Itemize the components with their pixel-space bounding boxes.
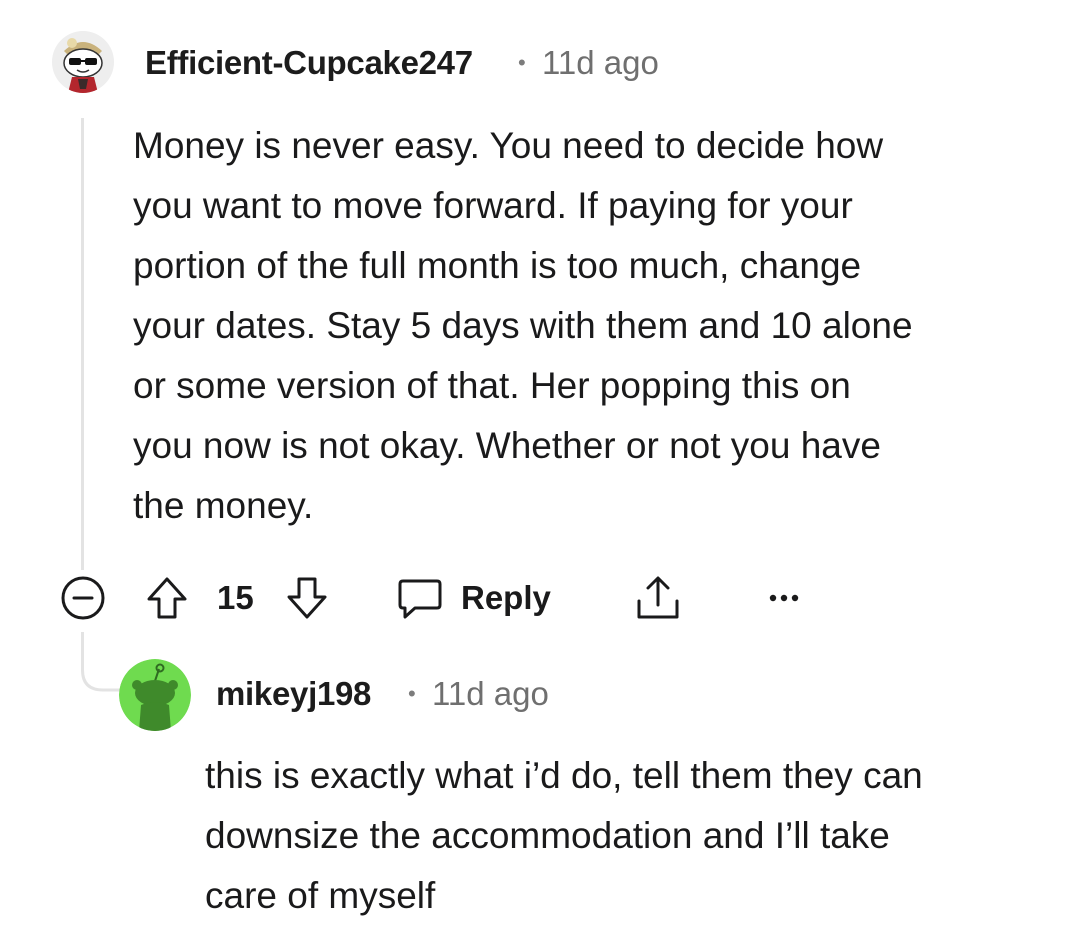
share-icon [637, 576, 679, 619]
comment-body: Money is never easy. You need to decide … [133, 116, 913, 536]
comment-body-line: or some version of that. Her popping thi… [133, 365, 851, 406]
comment-author[interactable]: Efficient-Cupcake247 [145, 44, 473, 82]
comment-body-line: portion of the full month is too much, c… [133, 245, 862, 286]
upvote-button[interactable] [145, 575, 189, 621]
reply-body-line: care of myself [205, 875, 436, 916]
comment-body-line: you now is not okay. Whether or not you … [133, 425, 881, 466]
reply-timestamp: 11d ago [432, 675, 549, 712]
chat-bubble-icon [398, 579, 442, 619]
arrow-up-icon [147, 577, 187, 619]
avatar[interactable] [119, 659, 191, 731]
vote-score: 15 [217, 579, 254, 616]
thread-elbow [81, 632, 126, 692]
meta-separator: • [408, 681, 416, 706]
more-icon [769, 594, 799, 602]
reply-button[interactable]: Reply [397, 575, 557, 621]
meta-separator: • [518, 50, 526, 75]
reply-author[interactable]: mikeyj198 [216, 675, 371, 713]
avatar[interactable] [52, 31, 114, 93]
thread-line[interactable] [81, 118, 84, 570]
comment-body-line: your dates. Stay 5 days with them and 10… [133, 305, 913, 346]
collapse-button[interactable] [60, 575, 106, 621]
arrow-down-icon [287, 577, 327, 619]
minus-circle-icon [61, 576, 105, 620]
comment-body-line: Money is never easy. You need to decide … [133, 125, 884, 166]
reply-body-line: downsize the accommodation and I’ll take [205, 815, 890, 856]
snoo-avatar-icon [119, 659, 191, 731]
comment-body-line: you want to move forward. If paying for … [133, 185, 853, 226]
comment-timestamp: 11d ago [542, 44, 659, 81]
more-options-button[interactable] [766, 588, 802, 608]
comment-body-line: the money. [133, 485, 314, 526]
thread-connector [81, 632, 126, 692]
share-button[interactable] [634, 573, 682, 623]
downvote-button[interactable] [285, 575, 329, 621]
snoo-avatar-icon [52, 31, 114, 93]
reply-body: this is exactly what i’d do, tell them t… [205, 746, 923, 926]
reply-label: Reply [461, 579, 551, 616]
reply-body-line: this is exactly what i’d do, tell them t… [205, 755, 923, 796]
